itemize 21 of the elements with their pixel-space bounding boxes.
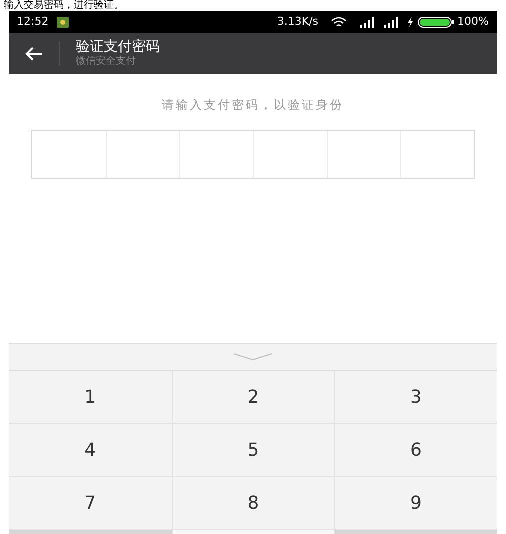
status-time: 12:52 <box>17 14 49 30</box>
back-arrow-icon <box>25 46 43 60</box>
wifi-icon <box>330 16 347 28</box>
header-title: 验证支付密码 <box>76 38 160 56</box>
keypad-key[interactable]: 5 <box>172 424 334 477</box>
keypad-key[interactable]: 6 <box>334 424 497 477</box>
chevron-down-icon <box>233 353 273 361</box>
app-notification-icon <box>56 16 69 28</box>
network-speed: 3.13K/s <box>277 14 319 30</box>
charging-icon <box>406 16 414 28</box>
password-field[interactable] <box>31 130 475 179</box>
battery-icon <box>418 16 454 28</box>
header-subtitle: 微信安全支付 <box>76 56 137 68</box>
keypad-key[interactable]: 1 <box>9 371 172 424</box>
keypad-key[interactable]: 2 <box>172 371 334 424</box>
prompt-text: 请输入支付密码，以验证身份 <box>161 97 345 114</box>
signal-icon <box>358 16 375 28</box>
keypad-key[interactable]: 4 <box>9 424 172 477</box>
keypad-key[interactable]: 3 <box>334 371 497 424</box>
battery-percent: 100% <box>458 14 489 30</box>
signal-icon <box>382 16 399 28</box>
